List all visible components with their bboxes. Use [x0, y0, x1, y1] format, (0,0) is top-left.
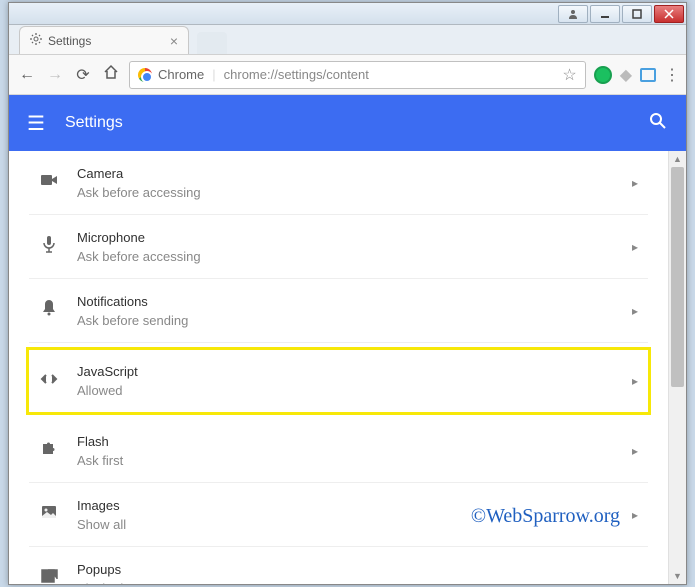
extension-icon-green[interactable] [594, 66, 612, 84]
browser-window: Settings × ← → ⟳ Chrome | chrome://setti… [8, 2, 687, 585]
hamburger-icon[interactable]: ☰ [27, 111, 45, 136]
row-subtitle: Allowed [77, 383, 632, 398]
browser-menu-button[interactable]: ⋮ [664, 65, 678, 85]
minimize-button[interactable] [590, 5, 620, 23]
row-subtitle: Blocked [77, 581, 638, 584]
row-subtitle: Ask before accessing [77, 185, 632, 200]
camera-icon [35, 170, 63, 195]
titlebar [9, 3, 686, 25]
chevron-right-icon: ▸ [632, 304, 638, 318]
vertical-scrollbar[interactable]: ▲ ▼ [668, 151, 686, 584]
address-bar[interactable]: Chrome | chrome://settings/content ☆ [129, 61, 586, 89]
popup-icon [35, 567, 63, 585]
row-title: Popups [77, 562, 638, 577]
row-notifications[interactable]: Notifications Ask before sending ▸ [29, 279, 648, 343]
row-title: Microphone [77, 230, 632, 245]
scroll-up-arrow[interactable]: ▲ [669, 151, 686, 167]
bookmark-star-icon[interactable]: ☆ [562, 65, 576, 85]
row-title: Camera [77, 166, 632, 181]
code-icon [35, 369, 63, 394]
chevron-right-icon: ▸ [632, 444, 638, 458]
microphone-icon [35, 234, 63, 259]
back-button[interactable]: ← [17, 66, 37, 84]
row-flash[interactable]: Flash Ask first ▸ [29, 419, 648, 483]
search-icon[interactable] [648, 111, 668, 136]
forward-button: → [45, 66, 65, 84]
chrome-icon [138, 68, 152, 82]
image-icon [35, 502, 63, 527]
tab-close-icon[interactable]: × [170, 33, 178, 49]
row-title: Images [77, 498, 632, 513]
omnibox-url: chrome://settings/content [224, 67, 563, 82]
home-button[interactable] [101, 64, 121, 85]
omnibox-protocol: Chrome [158, 67, 204, 82]
row-title: Notifications [77, 294, 632, 309]
toolbar: ← → ⟳ Chrome | chrome://settings/content… [9, 55, 686, 95]
row-microphone[interactable]: Microphone Ask before accessing ▸ [29, 215, 648, 279]
row-images[interactable]: Images Show all ▸ [29, 483, 648, 547]
scroll-down-arrow[interactable]: ▼ [669, 568, 686, 584]
settings-appbar: ☰ Settings [9, 95, 686, 151]
chevron-right-icon: ▸ [632, 240, 638, 254]
chevron-right-icon: ▸ [632, 176, 638, 190]
tab-settings[interactable]: Settings × [19, 26, 189, 54]
row-title: JavaScript [77, 364, 632, 379]
row-title: Flash [77, 434, 632, 449]
extension-icon-device[interactable] [640, 68, 656, 82]
reload-button[interactable]: ⟳ [73, 65, 93, 85]
row-subtitle: Ask before sending [77, 313, 632, 328]
row-javascript[interactable]: JavaScript Allowed ▸ [26, 347, 651, 415]
row-subtitle: Ask before accessing [77, 249, 632, 264]
row-subtitle: Show all [77, 517, 632, 532]
maximize-button[interactable] [622, 5, 652, 23]
new-tab-button[interactable] [197, 32, 227, 54]
bell-icon [35, 298, 63, 323]
puzzle-icon [35, 438, 63, 463]
tab-title: Settings [48, 34, 91, 48]
chevron-right-icon: ▸ [632, 374, 638, 388]
content-area: Camera Ask before accessing ▸ Microphone… [9, 151, 686, 584]
gear-icon [30, 33, 42, 48]
chevron-right-icon: ▸ [632, 508, 638, 522]
row-popups[interactable]: Popups Blocked [29, 547, 648, 584]
row-camera[interactable]: Camera Ask before accessing ▸ [29, 151, 648, 215]
row-subtitle: Ask first [77, 453, 632, 468]
page-title: Settings [65, 114, 123, 132]
user-button[interactable] [558, 5, 588, 23]
scroll-thumb[interactable] [671, 167, 684, 387]
close-button[interactable] [654, 5, 684, 23]
extension-icon-diamond[interactable]: ◆ [620, 65, 632, 85]
content-settings-list: Camera Ask before accessing ▸ Microphone… [9, 151, 668, 584]
tab-bar: Settings × [9, 25, 686, 55]
